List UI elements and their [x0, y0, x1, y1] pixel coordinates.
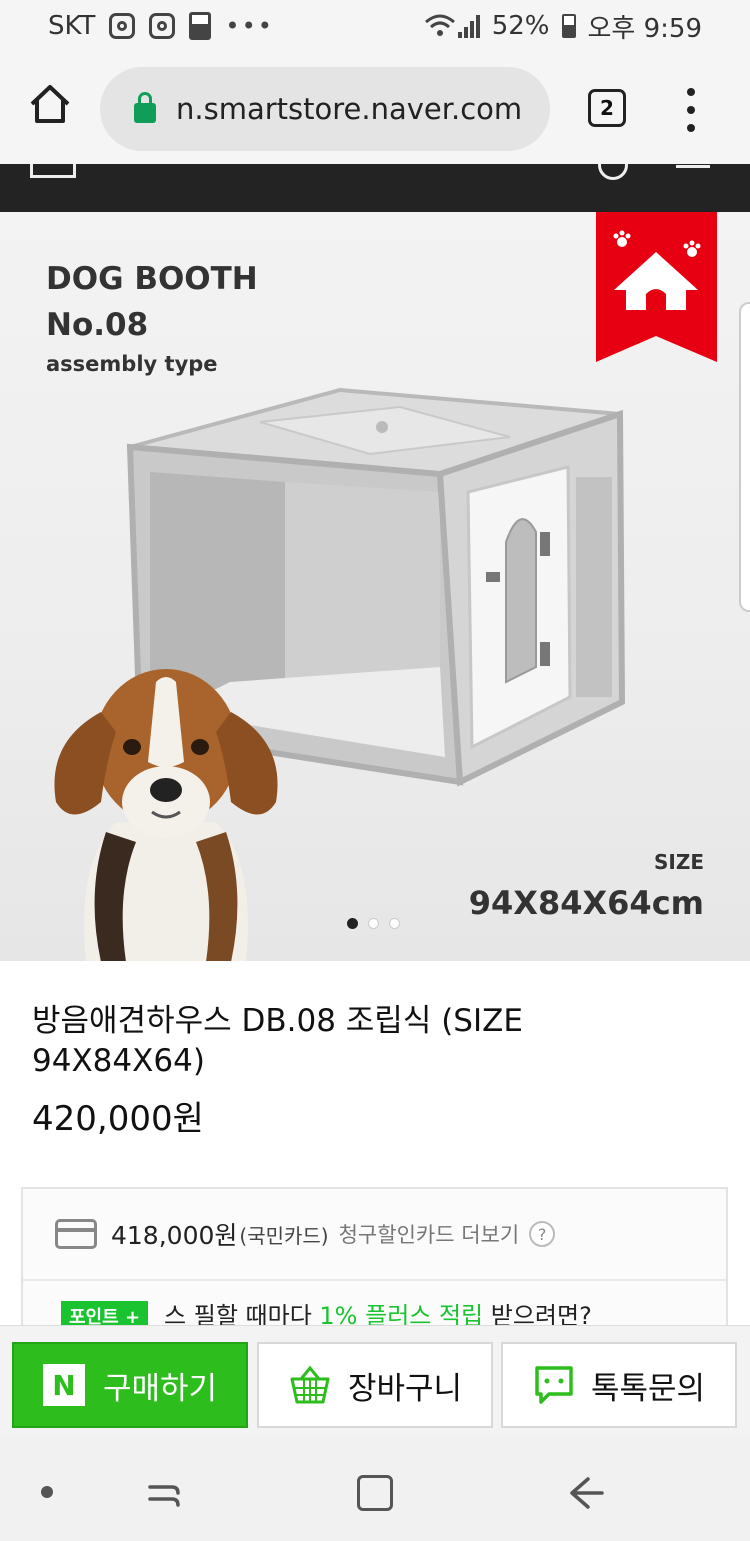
menu-icon[interactable] [30, 164, 76, 178]
store-header [0, 164, 750, 212]
buy-button-label: 구매하기 [102, 1370, 218, 1407]
image-title: DOG BOOTH No.08 [46, 256, 258, 348]
url-bar[interactable]: n.smartstore.naver.com [100, 67, 550, 151]
recent-apps-icon[interactable] [146, 1475, 182, 1511]
cart-button-label: 장바구니 [347, 1370, 463, 1407]
sim-icon [189, 12, 212, 40]
credit-card-icon [55, 1219, 97, 1249]
beagle-puppy-picture [54, 669, 278, 961]
size-value: 94X84X64cm [468, 884, 704, 922]
tab-switcher-button[interactable]: 2 [588, 89, 626, 127]
size-label: SIZE [653, 850, 704, 874]
tab-count: 2 [600, 96, 614, 120]
talktalk-button-label: 톡톡문의 [590, 1370, 706, 1407]
home-nav-icon[interactable] [357, 1475, 393, 1511]
cart-button[interactable]: 장바구니 [257, 1342, 493, 1428]
product-image[interactable]: DOG BOOTH No.08 assembly type SIZE 94X84… [0, 212, 750, 961]
home-icon[interactable] [28, 82, 72, 126]
help-icon[interactable]: ? [529, 1221, 556, 1247]
instagram-icon [109, 13, 136, 39]
cart-icon[interactable] [676, 164, 710, 168]
point-benefit-row[interactable]: 포인트 + 스 필할 때마다 1% 플러스 적립 받으려면? [23, 1281, 726, 1331]
wifi-signal-icon [424, 14, 480, 38]
clock: 오후 9:59 [587, 13, 703, 44]
card-more-link[interactable]: 청구할인카드 더보기 [339, 1219, 520, 1249]
image-title-line2: No.08 [46, 307, 149, 343]
basket-icon [290, 1365, 330, 1404]
search-icon[interactable] [598, 164, 628, 180]
carousel-dot[interactable] [389, 918, 400, 929]
talktalk-button[interactable]: 톡톡문의 [501, 1342, 737, 1428]
back-icon[interactable] [566, 1473, 606, 1513]
buy-button[interactable]: N 구매하기 [12, 1342, 248, 1428]
product-price: 420,000원 [32, 1099, 204, 1139]
image-title-line1: DOG BOOTH [46, 261, 258, 297]
image-subtitle: assembly type [46, 352, 218, 376]
more-notifications-icon: ••• [225, 12, 274, 40]
instagram-icon [149, 13, 176, 39]
image-carousel-indicator [347, 918, 400, 929]
lock-icon [134, 92, 156, 123]
product-title: 방음애견하우스 DB.08 조립식 (SIZE 94X84X64) [32, 1003, 523, 1079]
carrier-label: SKT [48, 11, 96, 41]
product-info: 방음애견하우스 DB.08 조립식 (SIZE 94X84X64) 420,00… [0, 961, 750, 1367]
store-name [260, 164, 273, 187]
naver-logo-icon: N [42, 1364, 85, 1406]
browser-toolbar: n.smartstore.naver.com 2 [0, 52, 750, 164]
status-bar: SKT ••• 52% 오후 9:59 [0, 0, 750, 52]
system-navigation-bar [0, 1437, 750, 1541]
overflow-menu-icon[interactable] [684, 88, 698, 132]
page-scroll-handle[interactable] [739, 302, 750, 612]
carousel-dot[interactable] [368, 918, 379, 929]
carousel-dot-active[interactable] [347, 918, 358, 929]
dog-house-badge-icon [596, 212, 717, 362]
chat-bubble-icon [535, 1366, 573, 1404]
card-discount-row[interactable]: 418,000원 (국민카드) 청구할인카드 더보기 ? [23, 1189, 726, 1281]
card-discount-price: 418,000원 [111, 1221, 238, 1250]
nav-dot-icon[interactable] [41, 1486, 53, 1498]
battery-icon [561, 14, 576, 38]
url-text: n.smartstore.naver.com [176, 92, 523, 126]
battery-percent: 52% [491, 11, 550, 41]
card-name: (국민카드) [239, 1223, 329, 1248]
purchase-bar: N 구매하기 장바구니 톡톡문의 [0, 1325, 750, 1437]
